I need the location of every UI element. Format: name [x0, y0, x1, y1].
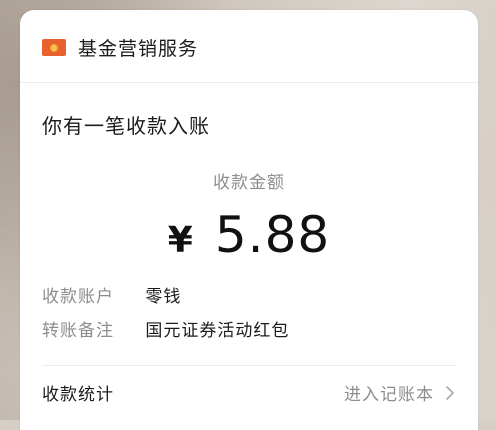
- footer-divider: [42, 365, 456, 366]
- enter-ledger-label: 进入记账本: [344, 385, 434, 405]
- detail-row-remark: 转账备注 国元证券活动红包: [42, 316, 289, 341]
- detail-value: 零钱: [145, 287, 182, 307]
- detail-label: 转账备注: [42, 321, 114, 341]
- notice-title: 你有一笔收款入账: [42, 114, 210, 138]
- stats-label: 收款统计: [42, 385, 114, 405]
- red-envelope-icon: [42, 39, 66, 56]
- amount-label: 收款金额: [213, 173, 285, 193]
- footer-row[interactable]: 收款统计 进入记账本: [42, 380, 456, 405]
- detail-value: 国元证券活动红包: [145, 321, 290, 341]
- amount-display: ¥ 5.88: [20, 206, 478, 264]
- coin-icon: [50, 43, 58, 52]
- payment-notification-card: 基金营销服务 你有一笔收款入账 收款金额 ¥ 5.88 收款账户 零钱 转账备注…: [20, 10, 478, 430]
- card-header: 基金营销服务: [20, 10, 478, 82]
- amount-value: 5.88: [214, 206, 331, 264]
- header-divider: [20, 82, 478, 83]
- detail-row-account: 收款账户 零钱: [42, 282, 181, 307]
- enter-ledger-link[interactable]: 进入记账本: [344, 380, 456, 405]
- detail-label: 收款账户: [42, 287, 114, 307]
- currency-symbol: ¥: [167, 220, 193, 261]
- brand-name[interactable]: 基金营销服务: [78, 34, 198, 61]
- chevron-right-icon: [446, 385, 454, 400]
